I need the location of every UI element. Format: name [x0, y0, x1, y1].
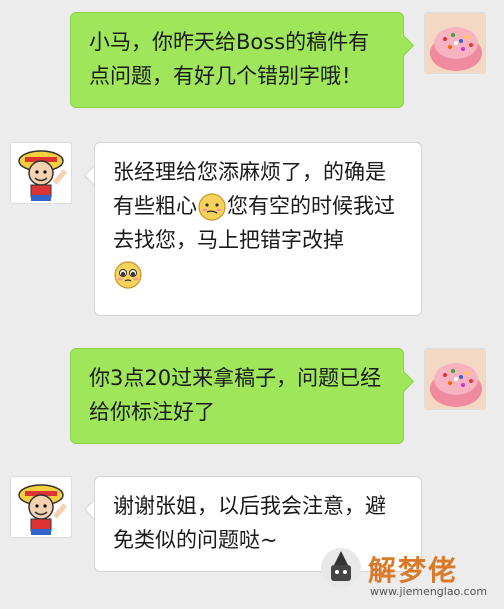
pirate-cartoon-avatar[interactable]	[10, 142, 72, 204]
message-bubble-sent[interactable]: 小马，你昨天给Boss的稿件有点问题，有好几个错别字哦！	[70, 12, 404, 108]
cake-avatar[interactable]	[424, 348, 486, 410]
message-bubble-sent[interactable]: 你3点20过来拿稿子，问题已经给你标注好了	[70, 348, 404, 444]
message-text: 你3点20过来拿稿子，问题已经给你标注好了	[89, 366, 382, 424]
message-text: 谢谢张姐，以后我会注意，避免类似的问题哒~	[113, 494, 386, 552]
watermark-url: www.jiemenglao.com	[370, 585, 488, 598]
watermark-name: 解梦佬	[368, 554, 459, 587]
embarrassed-face-emoji	[197, 192, 227, 222]
pleading-face-emoji	[113, 260, 143, 290]
pirate-cartoon-avatar[interactable]	[10, 476, 72, 538]
message-text: 小马，你昨天给Boss的稿件有点问题，有好几个错别字哦！	[89, 30, 370, 88]
cake-avatar[interactable]	[424, 12, 486, 74]
site-watermark: 解梦佬 www.jiemenglao.com	[318, 545, 498, 605]
message-bubble-received[interactable]: 张经理给您添麻烦了，的确是有些粗心 您有空的时候我过去找您，马上把错字改掉	[94, 142, 422, 316]
watermark-logo-icon	[318, 545, 364, 591]
